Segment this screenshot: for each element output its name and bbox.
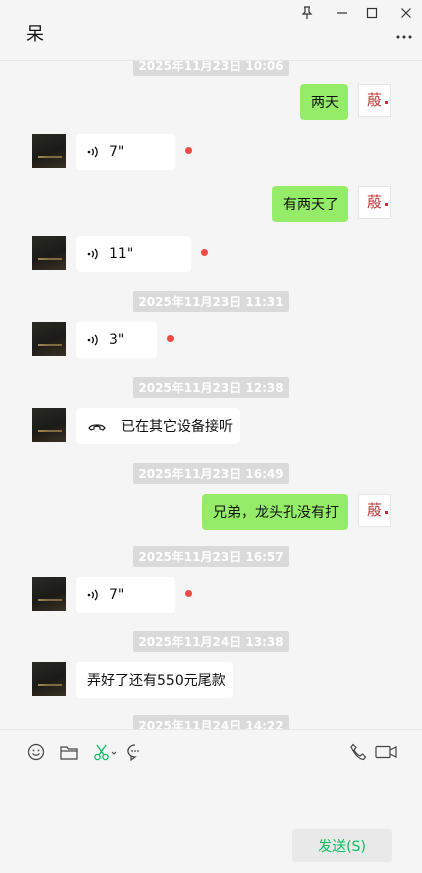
voice-icon: [87, 588, 99, 602]
voice-message[interactable]: 7": [76, 577, 175, 613]
call-status: 已在其它设备接听: [121, 419, 233, 435]
voice-message[interactable]: 11": [76, 236, 191, 272]
maximize-icon[interactable]: [362, 4, 382, 22]
voice-duration: 11": [109, 246, 134, 262]
voice-duration: 7": [109, 144, 125, 160]
unread-dot: [185, 590, 192, 597]
avatar[interactable]: 蒑: [358, 186, 391, 219]
scissors-icon[interactable]: [92, 742, 118, 762]
unread-dot: [185, 147, 192, 154]
message-list[interactable]: 2025年11月23日 10:06 两天 蒑 7" 有两天了 蒑 11" 202…: [0, 61, 422, 729]
avatar[interactable]: [32, 408, 66, 442]
timestamp: 2025年11月23日 11:31: [0, 291, 422, 312]
unread-dot: [201, 249, 208, 256]
avatar-logo-icon: 蒑: [367, 193, 383, 211]
more-icon[interactable]: [394, 30, 414, 44]
composer[interactable]: 发送(S): [0, 729, 422, 873]
timestamp: 2025年11月23日 10:06: [0, 61, 422, 76]
folder-icon[interactable]: [58, 742, 80, 762]
voice-icon: [87, 145, 99, 159]
minimize-icon[interactable]: [332, 4, 352, 22]
avatar[interactable]: 蒑: [358, 494, 391, 527]
call-message[interactable]: 已在其它设备接听: [76, 408, 240, 444]
avatar[interactable]: [32, 322, 66, 356]
emoji-icon[interactable]: [25, 742, 47, 762]
timestamp: 2025年11月23日 16:49: [0, 463, 422, 484]
voice-icon: [87, 247, 99, 261]
voice-icon: [87, 333, 99, 347]
avatar-logo-icon: 蒑: [367, 91, 383, 109]
timestamp: 2025年11月24日 14:22: [0, 715, 422, 729]
close-icon[interactable]: [396, 4, 416, 22]
timestamp: 2025年11月24日 13:38: [0, 631, 422, 652]
unread-dot: [167, 335, 174, 342]
incoming-message[interactable]: 弄好了还有550元尾款: [76, 662, 233, 698]
avatar[interactable]: 蒑: [358, 84, 391, 117]
avatar-logo-icon: 蒑: [367, 501, 383, 519]
phone-icon[interactable]: [347, 742, 369, 762]
call-ended-icon: [87, 421, 107, 431]
voice-message[interactable]: 3": [76, 322, 157, 358]
avatar[interactable]: [32, 134, 66, 168]
pin-icon[interactable]: [297, 4, 317, 22]
timestamp: 2025年11月23日 16:57: [0, 546, 422, 567]
send-button[interactable]: 发送(S): [292, 829, 392, 862]
voice-message[interactable]: 7": [76, 134, 175, 170]
video-icon[interactable]: [374, 742, 398, 762]
avatar[interactable]: [32, 577, 66, 611]
avatar[interactable]: [32, 236, 66, 270]
voice-duration: 3": [109, 332, 125, 348]
outgoing-message[interactable]: 有两天了: [272, 186, 348, 222]
avatar[interactable]: [32, 662, 66, 696]
timestamp: 2025年11月23日 12:38: [0, 377, 422, 398]
outgoing-message[interactable]: 兄弟，龙头孔没有打: [202, 494, 348, 530]
outgoing-message[interactable]: 两天: [300, 84, 348, 120]
chat-title: 呆: [26, 24, 44, 45]
chat-header: 呆: [0, 0, 422, 61]
chat-history-icon[interactable]: [124, 742, 146, 762]
voice-duration: 7": [109, 587, 125, 603]
